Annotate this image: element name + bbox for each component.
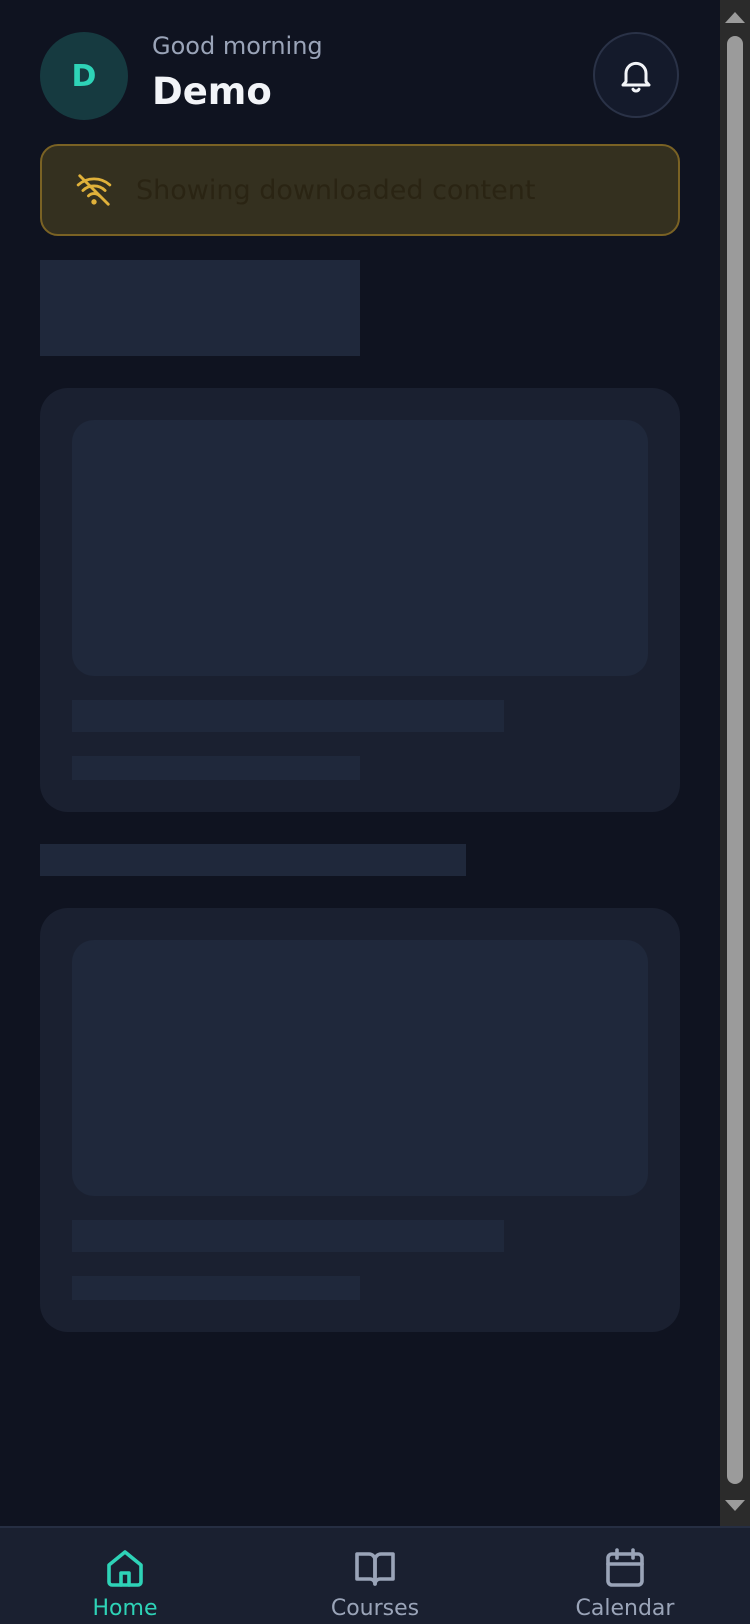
skeleton-card-media	[72, 940, 648, 1196]
scroll-up-arrow-icon[interactable]	[725, 12, 745, 23]
skeleton-section-title	[40, 260, 360, 356]
wifi-off-icon	[74, 170, 114, 210]
nav-label-home: Home	[92, 1596, 158, 1621]
skeleton-card-line	[72, 700, 504, 732]
user-name: Demo	[152, 70, 272, 113]
avatar[interactable]: D	[40, 32, 128, 120]
nav-item-calendar[interactable]: Calendar	[500, 1528, 750, 1624]
bottom-navigation: Home Courses Calendar	[0, 1526, 750, 1624]
skeleton-card-line	[72, 1220, 504, 1252]
skeleton-card-line	[72, 756, 360, 780]
offline-banner-text: Showing downloaded content	[136, 174, 536, 206]
offline-banner: Showing downloaded content	[40, 144, 680, 236]
scrollbar-thumb[interactable]	[727, 36, 743, 1484]
nav-item-home[interactable]: Home	[0, 1528, 250, 1624]
scroll-down-arrow-icon[interactable]	[725, 1500, 745, 1511]
skeleton-section-title	[40, 844, 466, 876]
skeleton-card	[40, 908, 680, 1332]
home-icon	[107, 1550, 143, 1587]
app-root: D Good morning Demo Showing downloaded c…	[0, 0, 750, 1624]
avatar-initial: D	[71, 58, 97, 94]
bell-icon	[621, 61, 651, 93]
nav-label-calendar: Calendar	[575, 1596, 675, 1621]
skeleton-card	[40, 388, 680, 812]
nav-item-courses[interactable]: Courses	[250, 1528, 500, 1624]
skeleton-card-media	[72, 420, 648, 676]
home-screen: D Good morning Demo Showing downloaded c…	[0, 0, 720, 1526]
notifications-button[interactable]	[593, 32, 679, 118]
nav-label-courses: Courses	[330, 1596, 420, 1621]
scrollbar[interactable]	[720, 0, 750, 1526]
greeting-text: Good morning	[152, 32, 323, 60]
book-open-icon	[355, 1552, 395, 1586]
skeleton-card-line	[72, 1276, 360, 1300]
calendar-icon	[606, 1548, 644, 1587]
